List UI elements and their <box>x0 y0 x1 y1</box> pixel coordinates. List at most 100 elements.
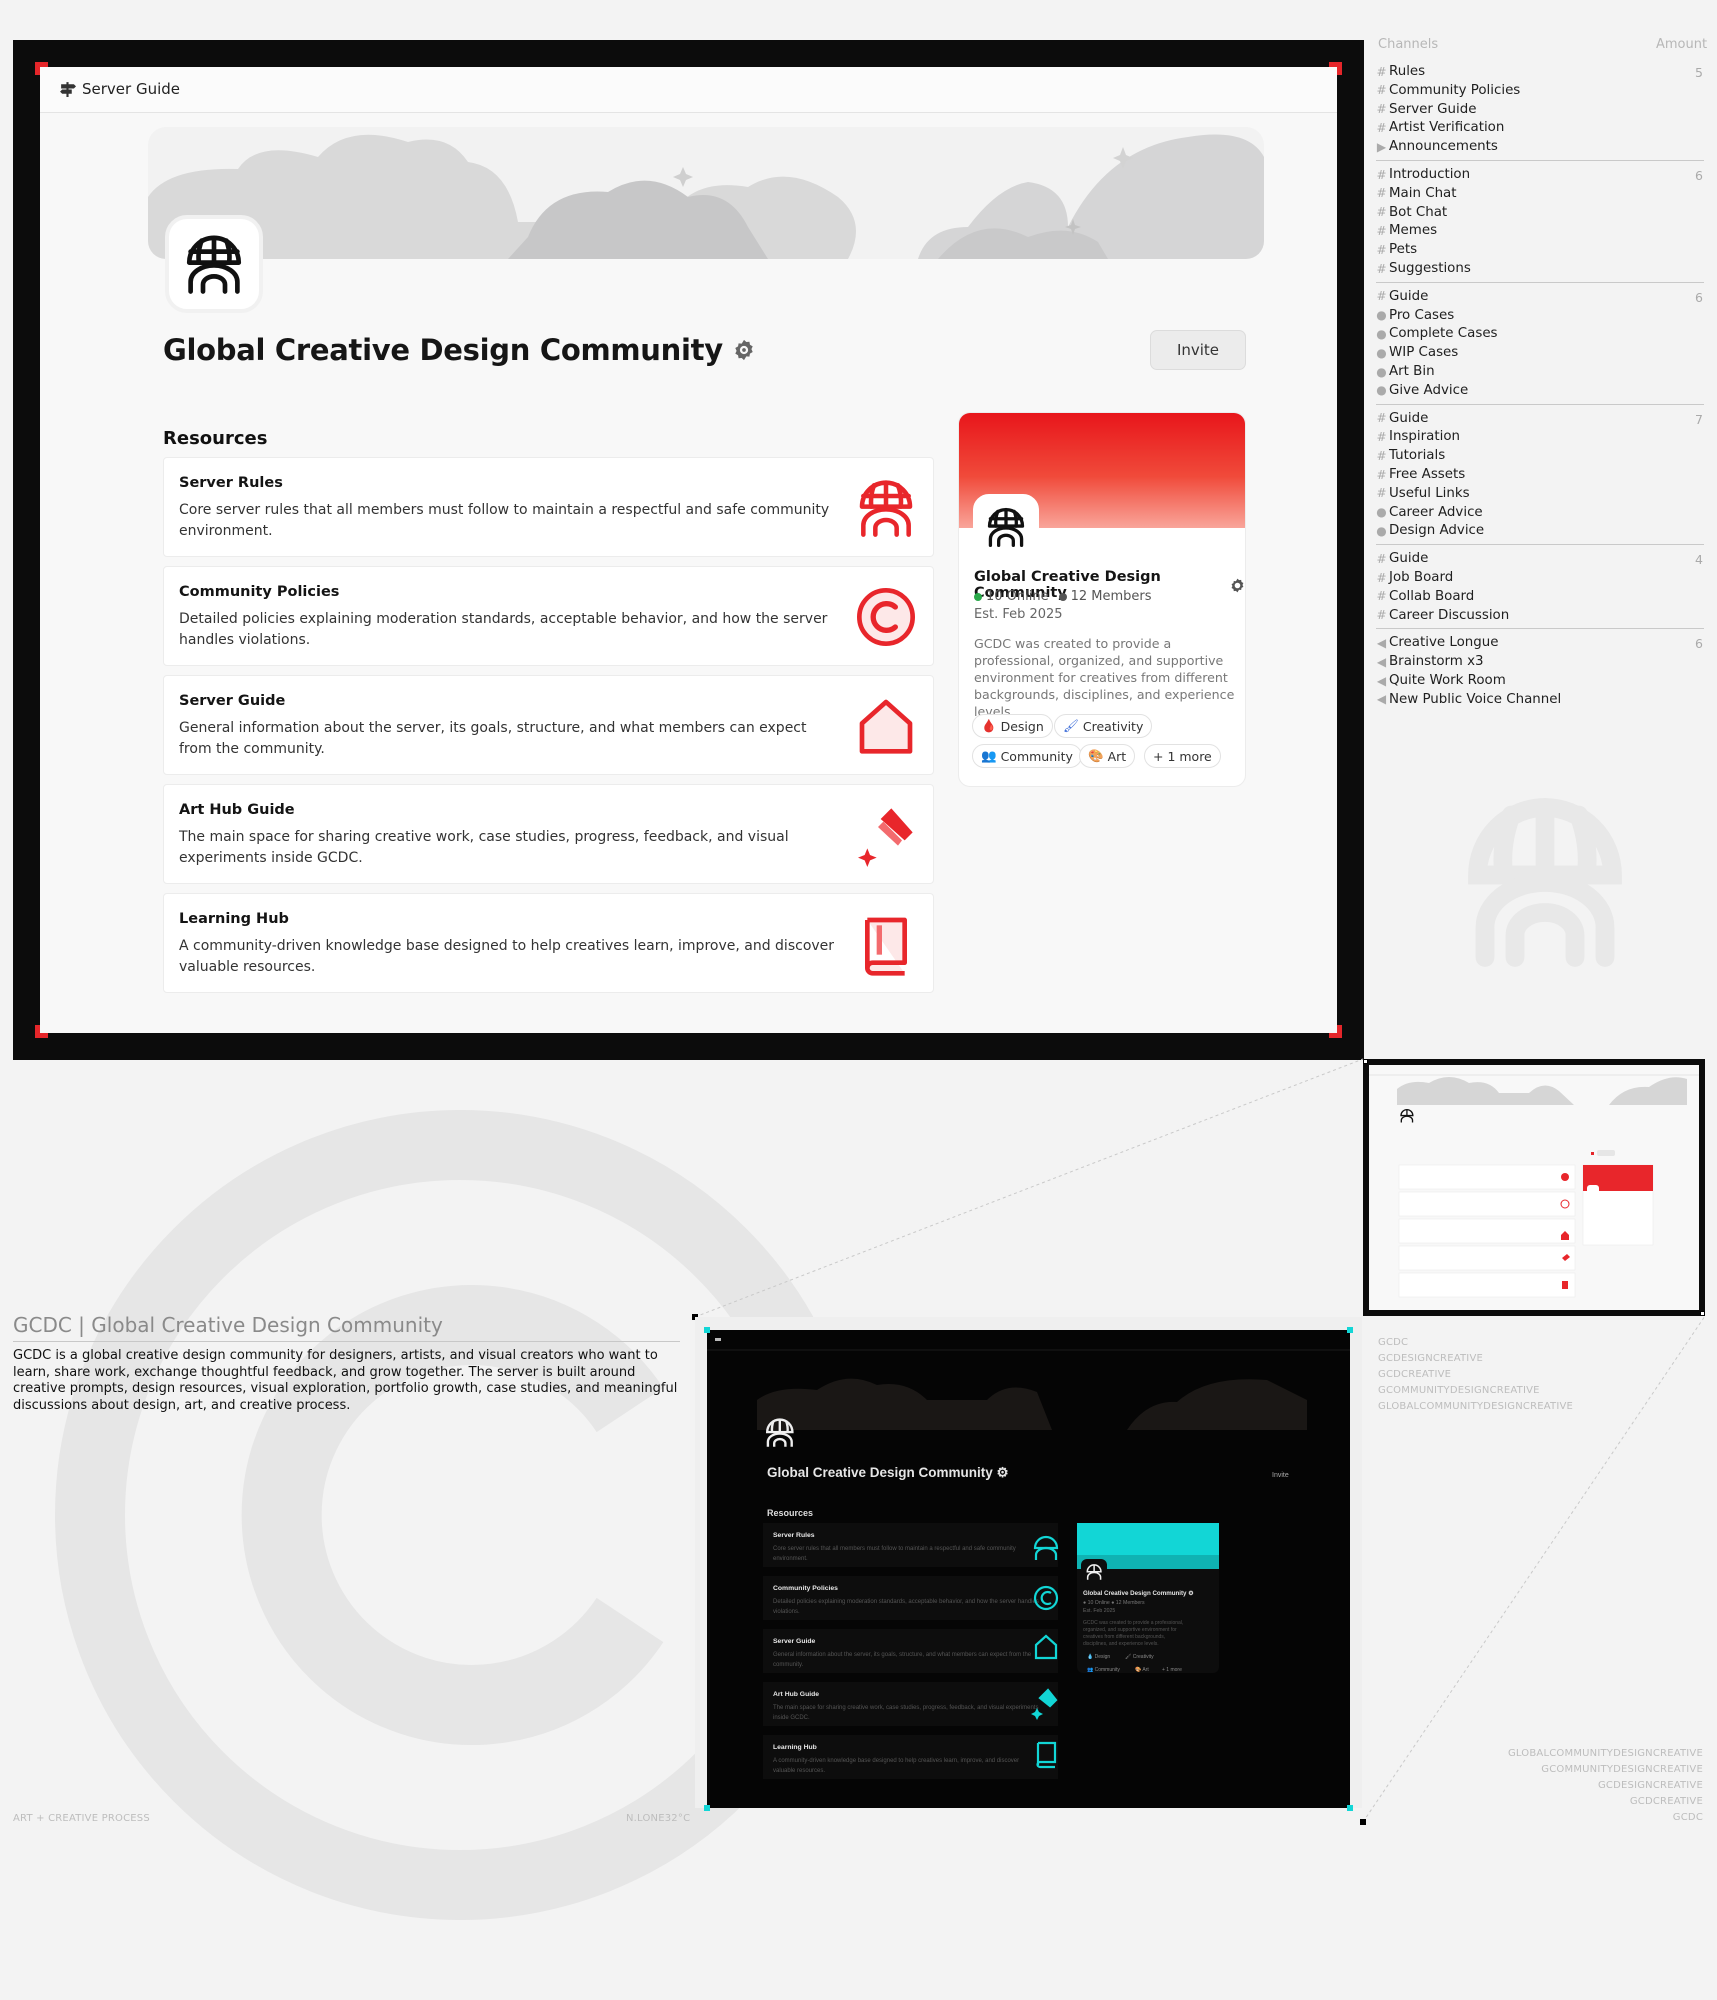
channel-item[interactable]: # Rules <box>1376 64 1425 79</box>
members-dot <box>1058 592 1067 601</box>
svg-text:Detailed policies explaining m: Detailed policies explaining moderation … <box>773 1599 1039 1605</box>
globe-watermark-icon <box>1468 798 1622 967</box>
channel-item[interactable]: ◀ Brainstorm x3 <box>1377 654 1484 669</box>
channel-item[interactable]: # Pets <box>1376 242 1417 257</box>
tag-art[interactable]: 🎨 Art <box>1079 744 1136 768</box>
channel-item[interactable]: # Introduction <box>1376 167 1470 182</box>
svg-text:environment.: environment. <box>773 1556 808 1562</box>
channel-item[interactable]: # Job Board <box>1376 570 1453 585</box>
forum-icon: ● <box>1376 308 1387 323</box>
channel-name: New Public Voice Channel <box>1389 691 1562 707</box>
svg-text:🎨 Art: 🎨 Art <box>1135 1666 1149 1673</box>
forum-icon: ● <box>1376 523 1387 538</box>
wordmark-text: GCDCREATIVE <box>1378 1369 1452 1380</box>
resource-card-community-policies[interactable]: Community Policies Detailed policies exp… <box>163 566 934 666</box>
tag-community[interactable]: 👥 Community <box>972 744 1082 768</box>
crop-handle[interactable] <box>704 1805 710 1811</box>
thumbnail-illustration <box>1369 1074 1699 1298</box>
svg-text:Server Guide: Server Guide <box>773 1638 816 1645</box>
channel-item[interactable]: # Community Policies <box>1376 83 1520 98</box>
channel-item[interactable]: # Artist Verification <box>1376 120 1504 135</box>
resource-desc: A community-driven knowledge base design… <box>179 938 835 975</box>
hash-icon: # <box>1376 261 1387 276</box>
svg-text:💧 Design: 💧 Design <box>1087 1653 1110 1660</box>
channel-name: Complete Cases <box>1389 326 1498 342</box>
channel-item[interactable]: # Tutorials <box>1376 448 1445 463</box>
channel-name: Guide <box>1389 551 1429 567</box>
channel-item[interactable]: # Bot Chat <box>1376 205 1447 220</box>
dark-preview-frame[interactable]: Global Creative Design Community ⚙ Invit… <box>695 1317 1362 1811</box>
speaker-icon: ◀ <box>1376 635 1387 650</box>
channel-name: Free Assets <box>1389 467 1466 482</box>
gear-badge-icon[interactable] <box>733 339 755 361</box>
channel-item[interactable]: ● Career Advice <box>1376 505 1482 520</box>
resource-card-server-rules[interactable]: Server Rules Core server rules that all … <box>163 457 934 557</box>
svg-text:Learning Hub: Learning Hub <box>773 1744 817 1751</box>
resource-card-learning-hub[interactable]: Learning Hub A community-driven knowledg… <box>163 893 934 993</box>
channel-item[interactable]: ● Art Bin <box>1376 364 1434 379</box>
channel-item[interactable]: ● Complete Cases <box>1376 326 1498 342</box>
crop-handle[interactable] <box>1347 1327 1353 1333</box>
forum-icon: ● <box>1376 326 1387 341</box>
channel-item[interactable]: ● Design Advice <box>1376 523 1484 538</box>
channel-item[interactable]: ◀ Quite Work Room <box>1377 673 1506 688</box>
resource-card-art-hub-guide[interactable]: Art Hub Guide The main space for sharing… <box>163 784 934 884</box>
channel-item[interactable]: # Suggestions <box>1376 261 1470 276</box>
channel-group-count: 4 <box>1695 552 1703 568</box>
tag-more[interactable]: + 1 more <box>1144 744 1221 768</box>
hash-icon: # <box>1376 589 1387 604</box>
channel-name: Creative Longue <box>1389 635 1499 651</box>
crop-handle[interactable] <box>1363 1059 1368 1064</box>
channel-name: Pro Cases <box>1389 307 1455 323</box>
svg-text:👥 Community: 👥 Community <box>1087 1667 1120 1673</box>
channel-item[interactable]: # Guide <box>1376 289 1428 304</box>
channel-item[interactable]: # Career Discussion <box>1376 608 1509 623</box>
dark-server-guide-page: Global Creative Design Community ⚙ Invit… <box>707 1330 1350 1808</box>
resource-title: Server Guide <box>179 693 286 709</box>
invite-button[interactable]: Invite <box>1150 330 1246 370</box>
resource-title: Learning Hub <box>179 911 289 927</box>
speaker-icon: ◀ <box>1376 692 1387 707</box>
online-dot <box>974 592 982 601</box>
resource-card-server-guide[interactable]: Server Guide General information about t… <box>163 675 934 775</box>
wordmark-text: GLOBALCOMMUNITYDESIGNCREATIVE <box>1507 1748 1703 1759</box>
channel-item[interactable]: ● Give Advice <box>1376 383 1468 398</box>
channel-item[interactable]: # Inspiration <box>1376 429 1460 444</box>
channel-item[interactable]: # Server Guide <box>1376 102 1476 117</box>
crop-handle[interactable] <box>1347 1805 1353 1811</box>
resource-desc: Core server rules that all members must … <box>179 502 830 539</box>
light-preview-frame: Server Guide Global Creative Design Comm… <box>13 40 1364 1060</box>
channel-item[interactable]: ◀ New Public Voice Channel <box>1376 691 1562 707</box>
channel-name: Useful Links <box>1389 485 1470 501</box>
channel-item[interactable]: ▶ Announcements <box>1377 139 1498 154</box>
resource-title: Art Hub Guide <box>179 802 295 818</box>
tag-label: Community <box>1000 748 1073 764</box>
light-thumbnail[interactable] <box>1363 1059 1705 1316</box>
channel-item[interactable]: # Memes <box>1376 223 1437 238</box>
svg-text:● 10 Online ● 12 Members: ● 10 Online ● 12 Members <box>1083 1600 1145 1606</box>
channel-item[interactable]: ● WIP Cases <box>1376 345 1458 360</box>
channel-item[interactable]: # Main Chat <box>1376 186 1456 201</box>
tag-design[interactable]: 🩸 Design <box>972 714 1053 738</box>
svg-text:Core server rules that all mem: Core server rules that all members must … <box>773 1546 1016 1552</box>
gear-badge-icon <box>1231 578 1244 592</box>
channel-item[interactable]: ● Pro Cases <box>1376 307 1455 323</box>
channel-item[interactable]: # Useful Links <box>1376 485 1470 501</box>
footer-right: N.LONE32°C <box>626 1813 691 1824</box>
crop-handle[interactable] <box>704 1327 710 1333</box>
tag-creativity[interactable]: 🖌 Creativity <box>1054 714 1153 738</box>
channel-group-count: 6 <box>1695 636 1703 652</box>
channel-item[interactable]: ◀ Creative Longue <box>1376 635 1499 651</box>
channel-group-count: 6 <box>1695 289 1703 305</box>
channel-item[interactable]: # Free Assets <box>1376 467 1466 482</box>
channel-item[interactable]: # Guide <box>1376 551 1429 567</box>
dark-server-title: Global Creative Design Community ⚙ <box>767 1465 1009 1480</box>
channel-item[interactable]: # Guide <box>1376 411 1428 426</box>
crop-handle[interactable] <box>1700 1311 1705 1316</box>
channel-item[interactable]: # Collab Board <box>1376 589 1474 604</box>
server-logo[interactable] <box>165 215 263 313</box>
profile-logo <box>973 494 1039 560</box>
svg-text:Art Hub Guide: Art Hub Guide <box>773 1691 819 1698</box>
profile-stats: 10 Online 12 Members <box>974 589 1152 604</box>
book-icon <box>865 917 907 976</box>
